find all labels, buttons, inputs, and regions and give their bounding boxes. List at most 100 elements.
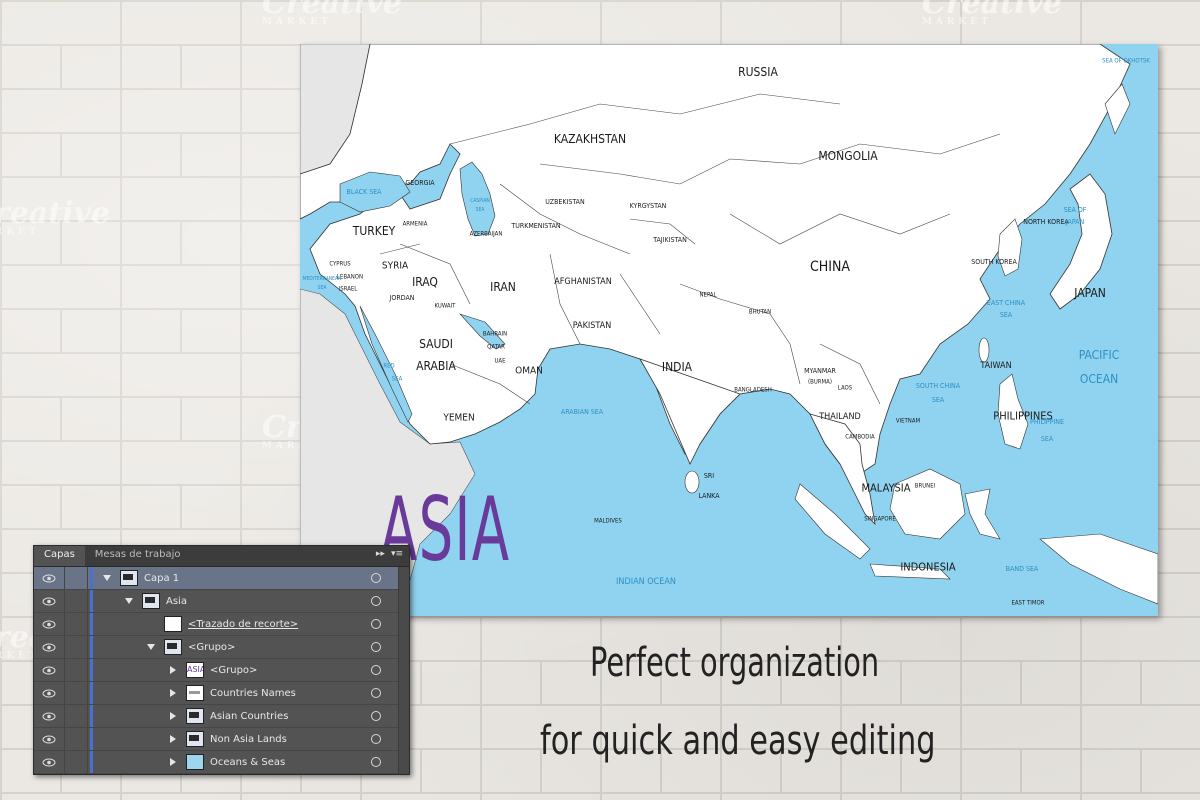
- countrie-label-pakistan: PAKISTAN: [572, 321, 612, 331]
- layer-color-bar: [90, 567, 93, 589]
- expand-right-icon[interactable]: [170, 712, 176, 720]
- lock-toggle[interactable]: [65, 636, 88, 658]
- layer-name[interactable]: Non Asia Lands: [210, 734, 287, 745]
- layer-thumbnail: [186, 685, 204, 701]
- layer-name[interactable]: Oceans & Seas: [210, 757, 285, 768]
- sea-label-sea: SEA: [475, 207, 485, 213]
- eye-visibility-icon[interactable]: [34, 705, 65, 727]
- target-circle-icon[interactable]: [371, 688, 381, 698]
- expand-right-icon[interactable]: [170, 666, 176, 674]
- eye-visibility-icon[interactable]: [34, 682, 65, 704]
- eye-visibility-icon[interactable]: [34, 636, 65, 658]
- countrie-label-kuwait: KUWAIT: [434, 302, 456, 310]
- countrie-label-syria: SYRIA: [381, 260, 409, 272]
- sea-label-east-china: EAST CHINA: [986, 299, 1026, 307]
- layer-color-bar: [90, 682, 93, 704]
- layer-color-bar: [90, 590, 93, 612]
- sea-label-black-sea: BLACK SEA: [346, 188, 382, 196]
- expand-down-icon[interactable]: [147, 644, 155, 650]
- countrie-label-india: INDIA: [661, 360, 693, 374]
- layer-row[interactable]: <Grupo>: [34, 636, 409, 659]
- eye-visibility-icon[interactable]: [34, 751, 65, 773]
- countrie-label-jordan: JORDAN: [389, 294, 415, 302]
- sea-label-sea: SEA: [1040, 435, 1054, 443]
- expand-down-icon[interactable]: [103, 575, 111, 581]
- countrie-label-cambodia: CAMBODIA: [845, 433, 875, 441]
- countrie-label-sri: SRI: [703, 472, 715, 480]
- countrie-label-yemen: YEMEN: [443, 412, 475, 424]
- layer-name[interactable]: Countries Names: [210, 688, 296, 699]
- layer-row[interactable]: Countries Names: [34, 682, 409, 705]
- layer-thumbnail: ASIA: [186, 662, 204, 678]
- sea-label-band-sea: BAND SEA: [1005, 565, 1039, 573]
- layer-row[interactable]: ASIA <Grupo>: [34, 659, 409, 682]
- lock-toggle[interactable]: [65, 567, 88, 589]
- layer-name[interactable]: <Trazado de recorte>: [188, 619, 298, 630]
- layer-color-bar: [90, 636, 93, 658]
- target-circle-icon[interactable]: [371, 596, 381, 606]
- countrie-label-oman: OMAN: [515, 365, 543, 377]
- countrie-label-uae: UAE: [494, 357, 506, 365]
- countrie-label-indonesia: INDONESIA: [900, 560, 956, 574]
- sea-label-japan: JAPAN: [1065, 218, 1085, 226]
- layer-color-bar: [90, 659, 93, 681]
- layer-row[interactable]: Asia: [34, 590, 409, 613]
- eye-visibility-icon[interactable]: [34, 728, 65, 750]
- countrie-label-brunei: BRUNEI: [914, 482, 936, 490]
- sea-label-arabian-sea: ARABIAN SEA: [560, 408, 604, 416]
- countrie-label-nepal: NEPAL: [699, 291, 717, 299]
- eye-visibility-icon[interactable]: [34, 567, 65, 589]
- countrie-label-azerbaijan: AZERBAIJAN: [469, 230, 503, 238]
- layer-thumbnail: [120, 570, 138, 586]
- layer-row[interactable]: Oceans & Seas: [34, 751, 409, 774]
- target-circle-icon[interactable]: [371, 573, 381, 583]
- target-circle-icon[interactable]: [371, 619, 381, 629]
- layer-row[interactable]: Asian Countries: [34, 705, 409, 728]
- countrie-label-thailand: THAILAND: [819, 412, 861, 422]
- countrie-label-turkmenistan: TURKMENISTAN: [511, 222, 561, 230]
- sea-label-caspian: CASPIAN: [470, 198, 490, 204]
- layer-name[interactable]: Asian Countries: [210, 711, 288, 722]
- countrie-label-laos: LAOS: [837, 384, 853, 392]
- eye-visibility-icon[interactable]: [34, 590, 65, 612]
- lock-toggle[interactable]: [65, 613, 88, 635]
- layer-name[interactable]: <Grupo>: [188, 642, 235, 653]
- countrie-label-uzbekistan: UZBEKISTAN: [545, 198, 585, 206]
- expand-right-icon[interactable]: [170, 758, 176, 766]
- eye-visibility-icon[interactable]: [34, 659, 65, 681]
- layer-row[interactable]: Capa 1: [34, 567, 409, 590]
- lock-toggle[interactable]: [65, 590, 88, 612]
- lock-toggle[interactable]: [65, 728, 88, 750]
- layer-row[interactable]: Non Asia Lands: [34, 728, 409, 751]
- target-circle-icon[interactable]: [371, 757, 381, 767]
- lock-toggle[interactable]: [65, 659, 88, 681]
- eye-visibility-icon[interactable]: [34, 613, 65, 635]
- sea-label-ocean: OCEAN: [1079, 372, 1119, 386]
- expand-right-icon[interactable]: [170, 735, 176, 743]
- sea-label-south-china: SOUTH CHINA: [915, 382, 961, 390]
- layer-row[interactable]: <Trazado de recorte>: [34, 613, 409, 636]
- sea-label-sea: SEA: [931, 396, 945, 404]
- target-circle-icon[interactable]: [371, 642, 381, 652]
- target-circle-icon[interactable]: [371, 734, 381, 744]
- panel-scrollbar[interactable]: [398, 567, 409, 774]
- countrie-label-myanmar: MYANMAR: [804, 367, 836, 375]
- tab-mesas-de-trabajo[interactable]: Mesas de trabajo: [85, 546, 191, 566]
- target-circle-icon[interactable]: [371, 665, 381, 675]
- collapse-panel-icon[interactable]: ▸▸: [376, 549, 385, 559]
- layer-name[interactable]: Capa 1: [144, 573, 179, 584]
- layer-color-bar: [90, 613, 93, 635]
- lock-toggle[interactable]: [65, 751, 88, 773]
- layer-name[interactable]: Asia: [166, 596, 187, 607]
- lock-toggle[interactable]: [65, 682, 88, 704]
- tab-capas[interactable]: Capas: [34, 546, 85, 566]
- layer-name[interactable]: <Grupo>: [210, 665, 257, 676]
- sri-lanka-island: [684, 470, 700, 494]
- lock-toggle[interactable]: [65, 705, 88, 727]
- panel-menu-icon[interactable]: ▾≡: [391, 549, 403, 559]
- expand-right-icon[interactable]: [170, 689, 176, 697]
- expand-down-icon[interactable]: [125, 598, 133, 604]
- countrie-label-bahrain: BAHRAIN: [482, 330, 508, 338]
- countrie-label-russia: RUSSIA: [738, 65, 778, 79]
- target-circle-icon[interactable]: [371, 711, 381, 721]
